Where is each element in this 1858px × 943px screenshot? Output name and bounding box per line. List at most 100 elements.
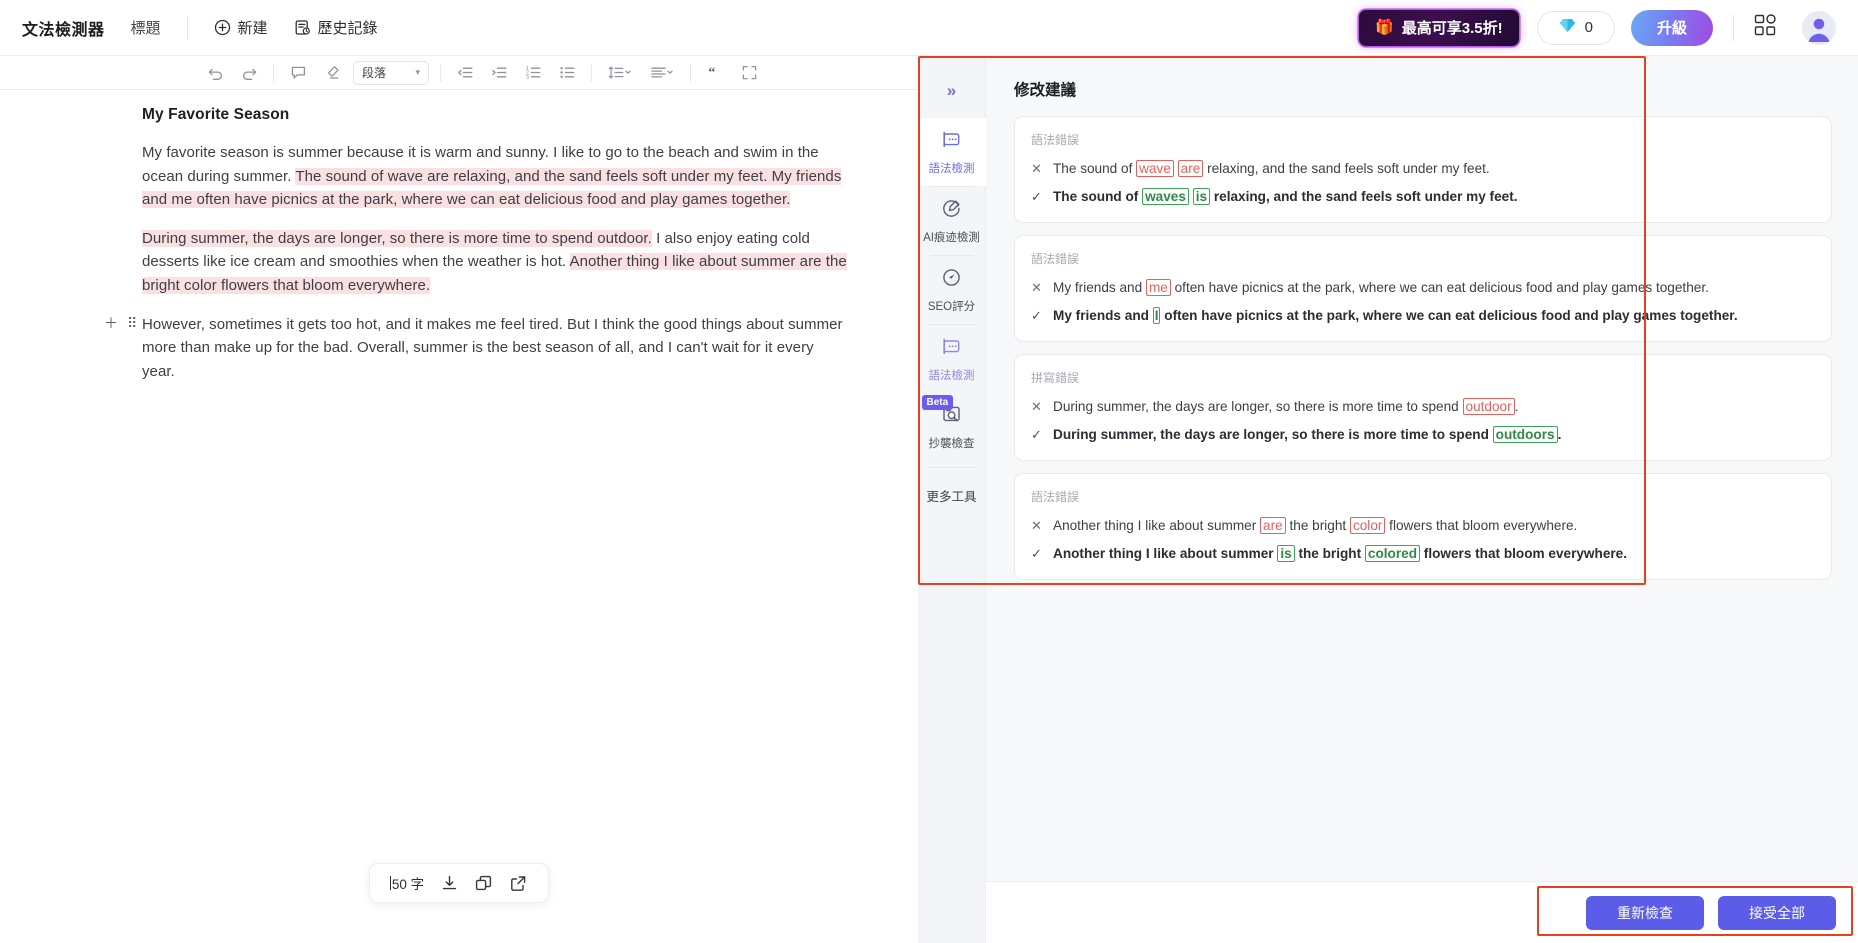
suggestion-card[interactable]: 拼寫錯誤 ✕ During summer, the days are longer,… — [1014, 354, 1832, 461]
indent-increase-icon[interactable] — [485, 60, 513, 86]
suggestion-text: Another thing I like about summer are th… — [1053, 515, 1577, 536]
diamond-icon — [1559, 18, 1576, 37]
plain-token: During summer, the days are longer, so t… — [1053, 399, 1463, 414]
comment-icon[interactable] — [284, 60, 312, 86]
plus-icon[interactable]: ＋ — [104, 316, 118, 330]
word-count: 50 字 — [389, 873, 424, 893]
document-paragraph-2[interactable]: During summer, the days are longer, so t… — [142, 227, 848, 298]
plain-token: often have picnics at the park, where we… — [1160, 308, 1738, 323]
suggestion-text: The sound of wave are relaxing, and the … — [1053, 158, 1490, 179]
fix-token: is — [1277, 545, 1295, 562]
grammar-check-icon — [941, 129, 962, 155]
paragraph-style-select[interactable]: 段落 ▾ — [353, 60, 429, 85]
assistant-panel: » 語法檢測 AI痕迹檢測 SEO評分 語法檢測 Beta 抄襲檢查 更多工具 … — [917, 56, 1858, 943]
error-token: me — [1145, 279, 1171, 296]
ordered-list-icon[interactable]: 1 2 3 — [519, 60, 547, 86]
paragraph-style-value: 段落 — [362, 66, 387, 80]
suggestion-type-label: 語法錯誤 — [1031, 252, 1080, 266]
rail-item-label: 語法檢測 — [928, 370, 975, 382]
copy-icon[interactable] — [474, 874, 493, 893]
document-title[interactable]: 標題 — [131, 17, 161, 38]
grammar-check-icon — [941, 336, 962, 362]
error-token: are — [1260, 517, 1286, 534]
suggestion-card[interactable]: 語法錯誤 ✕ The sound of wave are relaxing, and… — [1014, 116, 1832, 223]
suggestion-cards-host: 語法錯誤 ✕ The sound of wave are relaxing, and… — [1014, 116, 1832, 580]
undo-icon[interactable] — [201, 60, 229, 86]
error-token: outdoor — [1462, 398, 1515, 415]
download-icon[interactable] — [440, 874, 459, 893]
rail-separator — [929, 467, 974, 468]
rail-item-seo-score[interactable]: SEO評分 — [918, 256, 986, 324]
rail-item-label: 語法檢測 — [928, 163, 975, 175]
plain-token: . — [1514, 399, 1519, 414]
plain-token: Another thing I like about summer — [1053, 546, 1278, 561]
credits-value: 0 — [1584, 19, 1593, 36]
rail-item-plagiarism[interactable]: Beta 抄襲檢查 — [918, 393, 986, 461]
rail-item-grammar-check-2[interactable]: 語法檢測 — [918, 325, 986, 393]
line-height-icon[interactable] — [602, 60, 638, 86]
suggestion-type-label: 語法錯誤 — [1031, 133, 1080, 147]
upgrade-button[interactable]: 升級 — [1630, 9, 1713, 46]
credits-button[interactable]: 0 — [1536, 10, 1615, 45]
rail-item-ai-detect[interactable]: AI痕迹檢測 — [918, 187, 986, 255]
paragraph-handles[interactable]: ＋ ⠿ — [104, 316, 137, 330]
apps-grid-icon[interactable] — [1754, 14, 1776, 41]
align-icon[interactable] — [644, 60, 680, 86]
user-avatar-icon[interactable] — [1802, 10, 1836, 45]
rail-item-grammar-check[interactable]: 語法檢測 — [917, 118, 986, 186]
drag-dots-icon[interactable]: ⠿ — [127, 316, 137, 330]
history-icon — [294, 19, 311, 36]
gift-icon: 🎁 — [1375, 19, 1394, 36]
external-link-icon[interactable] — [509, 874, 528, 893]
rail-more-tools[interactable]: 更多工具 — [926, 486, 976, 505]
check-icon: ✓ — [1031, 546, 1042, 561]
plain-token: My friends and — [1053, 280, 1146, 295]
document-body[interactable]: My Favorite Season My favorite season is… — [0, 90, 918, 383]
suggestion-type-label: 語法錯誤 — [1031, 490, 1080, 504]
toolbar-separator — [690, 63, 691, 82]
plain-token: relaxing, and the sand feels soft under … — [1210, 189, 1518, 204]
cross-icon: ✕ — [1031, 280, 1042, 295]
cross-icon: ✕ — [1031, 518, 1042, 533]
svg-text:3: 3 — [526, 75, 529, 81]
panel-footer: 重新檢查 接受全部 — [986, 881, 1858, 943]
fix-token: colored — [1364, 545, 1421, 562]
suggestion-fix-line: ✓ During summer, the days are longer, so … — [1031, 424, 1815, 445]
fullscreen-icon[interactable] — [735, 60, 763, 86]
document-editor[interactable]: My Favorite Season My favorite season is… — [0, 90, 918, 943]
new-document-button[interactable]: 新建 — [214, 17, 268, 38]
suggestions-scroll[interactable]: 修改建議 語法錯誤 ✕ The sound of wave are relaxing… — [986, 56, 1858, 881]
app-header: 文法檢測器 標題 新建 歷史記錄 🎁 最高可享3.5折! 0 升級 — [0, 0, 1858, 56]
accept-all-button[interactable]: 接受全部 — [1718, 895, 1836, 930]
suggestion-text: The sound of waves is relaxing, and the … — [1053, 186, 1518, 207]
document-paragraph-3[interactable]: However, sometimes it gets too hot, and … — [142, 313, 848, 384]
redo-icon[interactable] — [235, 60, 263, 86]
suggestion-fix-line: ✓ My friends and I often have picnics at … — [1031, 305, 1815, 326]
fix-token: outdoors — [1492, 426, 1558, 443]
bullet-list-icon[interactable] — [553, 60, 581, 86]
chevron-double-right-icon[interactable]: » — [937, 76, 967, 106]
suggestion-text: Another thing I like about summer is the… — [1053, 543, 1627, 564]
recheck-button[interactable]: 重新檢查 — [1586, 895, 1704, 930]
suggestions-title: 修改建議 — [1014, 82, 1077, 99]
indent-decrease-icon[interactable] — [451, 60, 479, 86]
history-button[interactable]: 歷史記錄 — [294, 17, 378, 38]
suggestion-fix-line: ✓ Another thing I like about summer is th… — [1031, 543, 1815, 564]
suggestion-text: During summer, the days are longer, so t… — [1053, 424, 1561, 445]
suggestion-card[interactable]: 語法錯誤 ✕ My friends and me often have picnic… — [1014, 235, 1832, 342]
suggestion-card[interactable]: 語法錯誤 ✕ Another thing I like about summer a… — [1014, 473, 1832, 580]
fix-token: is — [1192, 188, 1211, 205]
new-document-label: 新建 — [237, 20, 268, 37]
quote-icon[interactable]: “ — [701, 60, 729, 86]
eraser-icon[interactable] — [318, 60, 346, 86]
check-icon: ✓ — [1031, 427, 1042, 442]
promo-banner-button[interactable]: 🎁 最高可享3.5折! — [1359, 9, 1519, 46]
fix-token: waves — [1142, 188, 1189, 205]
plain-token: the bright — [1294, 546, 1365, 561]
check-icon: ✓ — [1031, 189, 1042, 204]
rail-item-label: 抄襲檢查 — [928, 438, 975, 450]
header-divider-2 — [1733, 14, 1734, 41]
seo-score-icon — [941, 267, 962, 293]
document-paragraph-1[interactable]: My favorite season is summer because it … — [142, 141, 848, 212]
plain-token: flowers that bloom everywhere. — [1385, 518, 1578, 533]
